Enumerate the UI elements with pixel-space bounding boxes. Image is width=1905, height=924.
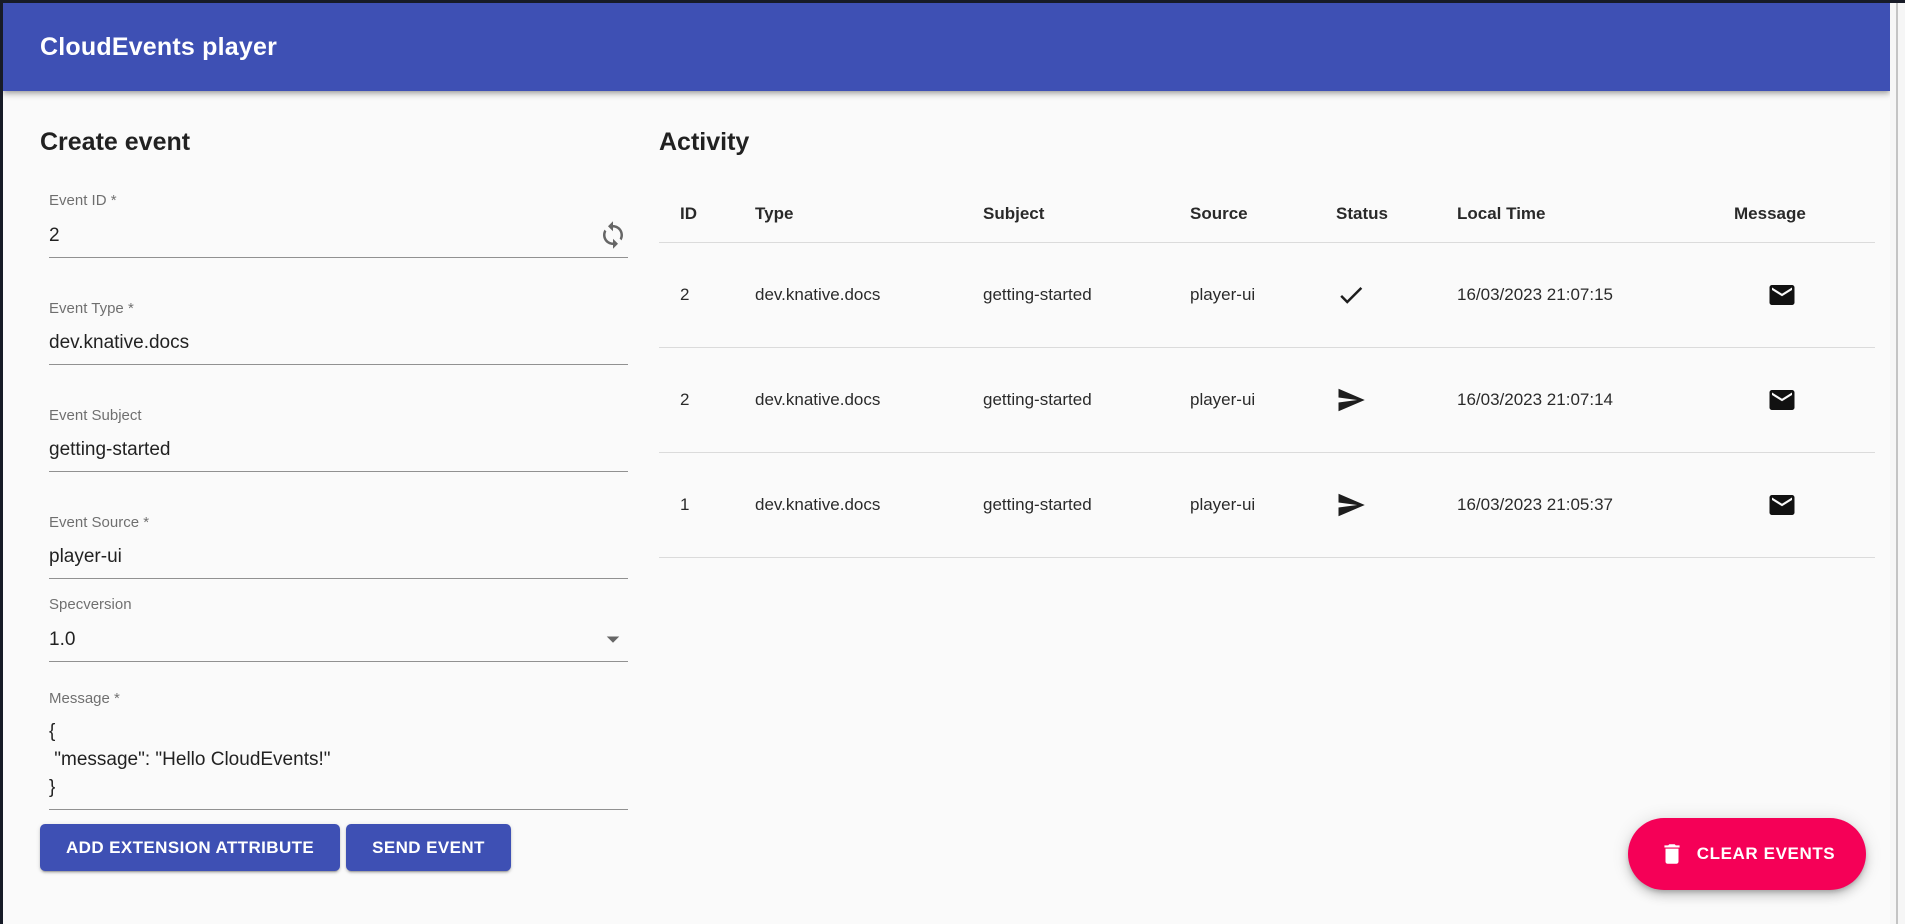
cell-message bbox=[1713, 385, 1875, 415]
send-icon bbox=[1336, 490, 1366, 520]
cell-local-time: 16/03/2023 21:05:37 bbox=[1436, 495, 1713, 515]
activity-table: ID Type Subject Source Status Local Time… bbox=[659, 186, 1875, 558]
event-type-input[interactable] bbox=[49, 328, 628, 357]
message-input[interactable]: { "message": "Hello CloudEvents!" } bbox=[49, 718, 628, 802]
column-header-status: Status bbox=[1315, 204, 1436, 224]
cell-source: player-ui bbox=[1169, 495, 1315, 515]
table-row: 2 dev.knative.docs getting-started playe… bbox=[659, 348, 1875, 453]
cell-local-time: 16/03/2023 21:07:15 bbox=[1436, 285, 1713, 305]
window-edge-left bbox=[0, 0, 3, 924]
field-label: Event Source * bbox=[49, 514, 628, 532]
cell-subject: getting-started bbox=[962, 390, 1169, 410]
field-label: Message * bbox=[49, 690, 628, 708]
cell-message bbox=[1713, 490, 1875, 520]
cell-id: 2 bbox=[659, 285, 734, 305]
cell-id: 1 bbox=[659, 495, 734, 515]
field-event-type: Event Type * bbox=[49, 300, 628, 365]
field-specversion: Specversion bbox=[49, 596, 628, 662]
cell-source: player-ui bbox=[1169, 285, 1315, 305]
cell-source: player-ui bbox=[1169, 390, 1315, 410]
table-header-row: ID Type Subject Source Status Local Time… bbox=[659, 186, 1875, 243]
cell-subject: getting-started bbox=[962, 495, 1169, 515]
field-event-id: Event ID * bbox=[49, 192, 628, 258]
clear-events-label: CLEAR EVENTS bbox=[1697, 844, 1836, 864]
app-bar: CloudEvents player bbox=[3, 3, 1890, 91]
cell-type: dev.knative.docs bbox=[734, 495, 962, 515]
table-row: 1 dev.knative.docs getting-started playe… bbox=[659, 453, 1875, 558]
field-event-subject: Event Subject bbox=[49, 407, 628, 472]
email-icon[interactable] bbox=[1767, 280, 1797, 310]
send-event-button[interactable]: SEND EVENT bbox=[346, 824, 511, 871]
email-icon[interactable] bbox=[1767, 385, 1797, 415]
table-body: 2 dev.knative.docs getting-started playe… bbox=[659, 243, 1875, 558]
cell-message bbox=[1713, 280, 1875, 310]
field-label: Event Subject bbox=[49, 407, 628, 425]
specversion-input[interactable] bbox=[49, 625, 590, 654]
field-label: Event Type * bbox=[49, 300, 628, 318]
send-icon bbox=[1336, 385, 1366, 415]
cell-status bbox=[1315, 280, 1436, 310]
activity-heading: Activity bbox=[659, 126, 1875, 158]
check-icon bbox=[1336, 280, 1366, 310]
scrollbar-thumb[interactable] bbox=[1896, 0, 1898, 924]
cell-type: dev.knative.docs bbox=[734, 390, 962, 410]
field-message: Message * { "message": "Hello CloudEvent… bbox=[49, 690, 628, 810]
cell-subject: getting-started bbox=[962, 285, 1169, 305]
activity-panel: Activity ID Type Subject Source Status L… bbox=[659, 126, 1875, 558]
clear-events-button[interactable]: CLEAR EVENTS bbox=[1628, 818, 1866, 890]
create-event-heading: Create event bbox=[40, 126, 632, 158]
dropdown-icon[interactable] bbox=[598, 624, 628, 654]
event-subject-input[interactable] bbox=[49, 435, 628, 464]
column-header-id: ID bbox=[659, 204, 734, 224]
window-edge-top bbox=[0, 0, 1905, 3]
column-header-local-time: Local Time bbox=[1436, 204, 1713, 224]
add-extension-attribute-button[interactable]: ADD EXTENSION ATTRIBUTE bbox=[40, 824, 340, 871]
event-source-input[interactable] bbox=[49, 542, 628, 571]
email-icon[interactable] bbox=[1767, 490, 1797, 520]
column-header-source: Source bbox=[1169, 204, 1315, 224]
app-title: CloudEvents player bbox=[40, 33, 277, 62]
cell-local-time: 16/03/2023 21:07:14 bbox=[1436, 390, 1713, 410]
table-row: 2 dev.knative.docs getting-started playe… bbox=[659, 243, 1875, 348]
create-event-panel: Create event Event ID * Event Type * Eve… bbox=[40, 126, 632, 871]
field-label: Specversion bbox=[49, 596, 628, 614]
cell-status bbox=[1315, 490, 1436, 520]
cell-status bbox=[1315, 385, 1436, 415]
form-actions: ADD EXTENSION ATTRIBUTE SEND EVENT bbox=[40, 824, 632, 871]
field-label: Event ID * bbox=[49, 192, 628, 210]
column-header-type: Type bbox=[734, 204, 962, 224]
column-header-subject: Subject bbox=[962, 204, 1169, 224]
column-header-message: Message bbox=[1713, 204, 1875, 224]
cell-type: dev.knative.docs bbox=[734, 285, 962, 305]
create-event-form: Event ID * Event Type * Event Subject bbox=[49, 192, 628, 810]
cell-id: 2 bbox=[659, 390, 734, 410]
trash-icon bbox=[1659, 841, 1685, 867]
scrollbar bbox=[1890, 0, 1905, 924]
refresh-icon[interactable] bbox=[598, 220, 628, 250]
event-id-input[interactable] bbox=[49, 221, 590, 250]
field-event-source: Event Source * bbox=[49, 514, 628, 579]
